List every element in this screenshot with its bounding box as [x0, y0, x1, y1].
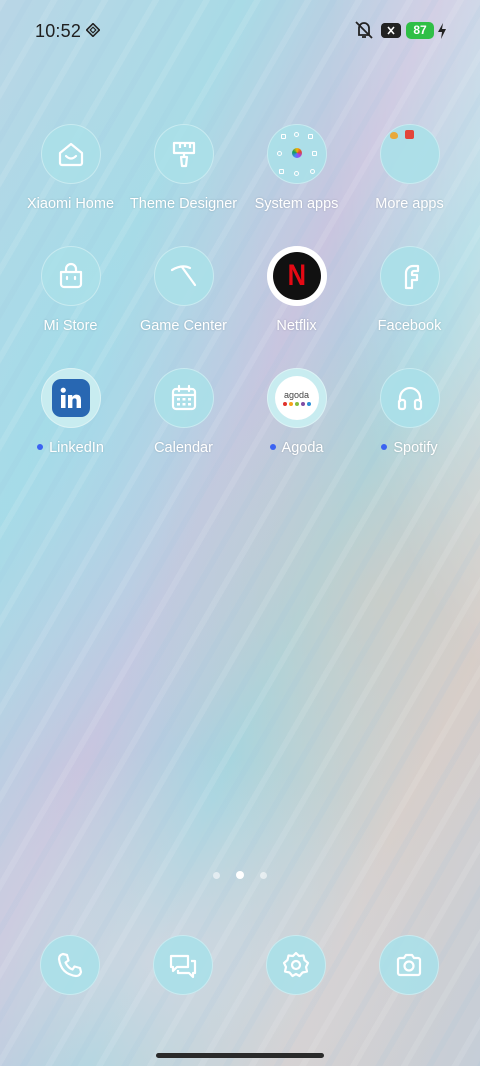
app-agoda[interactable]: agoda Agoda — [240, 368, 353, 456]
dock-messages[interactable] — [153, 935, 213, 995]
folder-system-apps[interactable]: System apps — [240, 124, 353, 212]
folder-icon — [266, 124, 327, 184]
app-mi-store[interactable]: Mi Store — [14, 246, 127, 334]
diamond-notification-icon — [86, 23, 100, 37]
app-spotify[interactable]: Spotify — [353, 368, 466, 456]
battery-icon: 87 — [406, 22, 434, 39]
folder-icon — [379, 124, 440, 184]
app-label-with-dot: Agoda — [240, 440, 353, 456]
notification-dot — [381, 444, 388, 451]
app-label-with-dot: Spotify — [353, 440, 466, 456]
app-label: Xiaomi Home — [26, 196, 115, 212]
facebook-icon — [379, 246, 440, 306]
agoda-logo: agoda — [283, 390, 310, 400]
app-xiaomi-home[interactable]: Xiaomi Home — [14, 124, 127, 212]
dock-camera[interactable] — [379, 935, 439, 995]
paint-roller-icon — [153, 124, 214, 184]
calendar-icon — [153, 368, 214, 428]
app-game-center[interactable]: Game Center — [127, 246, 240, 334]
home-indicator-bar[interactable] — [156, 1053, 324, 1058]
app-label: More apps — [375, 196, 444, 212]
app-label-with-dot: LinkedIn — [14, 440, 127, 456]
app-linkedin[interactable]: LinkedIn — [14, 368, 127, 456]
app-label: Spotify — [393, 440, 438, 456]
notification-dot — [37, 444, 44, 451]
app-label: Agoda — [281, 440, 324, 456]
status-time: 10:52 — [35, 21, 82, 41]
netflix-icon: N — [266, 246, 327, 306]
charging-bolt-icon — [438, 23, 446, 39]
headphones-icon — [379, 368, 440, 428]
linkedin-icon — [40, 368, 101, 428]
camera-icon — [396, 953, 422, 977]
vibrate-off-icon — [355, 21, 373, 39]
app-facebook[interactable]: Facebook — [353, 246, 466, 334]
app-label: Mi Store — [43, 318, 98, 334]
app-calendar[interactable]: Calendar — [127, 368, 240, 456]
app-label: Game Center — [139, 318, 228, 334]
page-dot-2-active[interactable] — [236, 871, 244, 879]
app-label: Calendar — [154, 440, 213, 456]
game-center-icon — [153, 246, 214, 306]
app-label: Netflix — [276, 318, 317, 334]
dock-phone[interactable] — [40, 935, 100, 995]
app-label: LinkedIn — [49, 440, 104, 456]
app-theme-designer[interactable]: Theme Designer — [127, 124, 240, 212]
settings-gear-icon — [282, 951, 310, 978]
shopping-bag-icon — [40, 246, 101, 306]
folder-more-apps[interactable]: More apps — [353, 124, 466, 212]
notification-dot — [269, 444, 276, 451]
app-label: Theme Designer — [129, 196, 238, 212]
page-dot-1[interactable] — [213, 872, 220, 879]
app-label: System apps — [254, 196, 339, 212]
status-bar: 10:52 87 — [0, 0, 480, 62]
messages-icon — [169, 954, 197, 979]
app-label: Facebook — [377, 318, 442, 334]
xiaomi-home-icon — [40, 124, 101, 184]
phone-icon — [57, 952, 83, 978]
dock-settings[interactable] — [266, 935, 326, 995]
agoda-icon: agoda — [266, 368, 327, 428]
page-dot-3[interactable] — [260, 872, 267, 879]
x-notification-icon — [381, 23, 401, 38]
page-indicator[interactable] — [0, 866, 480, 884]
app-netflix[interactable]: N Netflix — [240, 246, 353, 334]
netflix-logo: N — [287, 259, 306, 292]
